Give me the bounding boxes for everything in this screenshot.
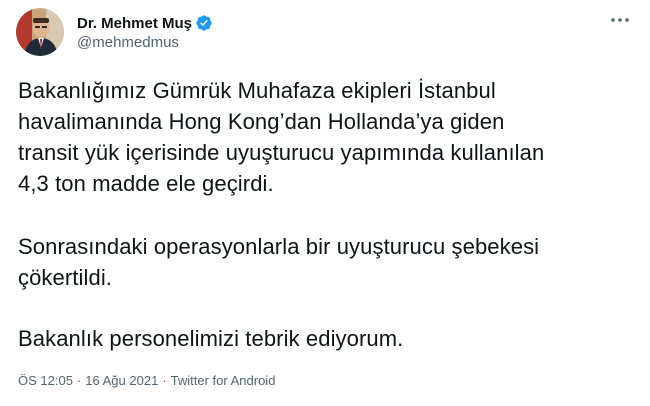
tweet-header: Dr. Mehmet Muş @mehmedmus [16,8,213,56]
tweet-source[interactable]: Twitter for Android [171,373,276,388]
meta-separator: · [162,373,167,388]
author-names: Dr. Mehmet Muş @mehmedmus [77,13,213,51]
avatar-photo [16,8,64,56]
meta-separator: · [76,373,82,388]
display-name[interactable]: Dr. Mehmet Muş [77,15,192,32]
tweet-date[interactable]: 16 Ağu 2021 [85,373,158,388]
author-handle[interactable]: @mehmedmus [77,34,213,51]
more-dots-icon[interactable] [608,10,632,30]
tweet-paragraph: Sonrasındaki operasyonlarla bir uyuşturu… [18,234,540,290]
tweet-paragraph: Bakanlık personelimizi tebrik ediyorum. [18,326,404,351]
name-row: Dr. Mehmet Muş [77,13,213,33]
tweet-metadata: ÖS 12:05 · 16 Ağu 2021 · Twitter for And… [18,373,275,388]
tweet-paragraph: Bakanlığımız Gümrük Muhafaza ekipleri İs… [18,78,545,196]
tweet-time[interactable]: ÖS 12:05 [18,373,73,388]
tweet-card: Dr. Mehmet Muş @mehmedmus Bakanlığımız G… [0,0,650,406]
avatar[interactable] [16,8,64,56]
verified-badge-icon [195,14,213,32]
